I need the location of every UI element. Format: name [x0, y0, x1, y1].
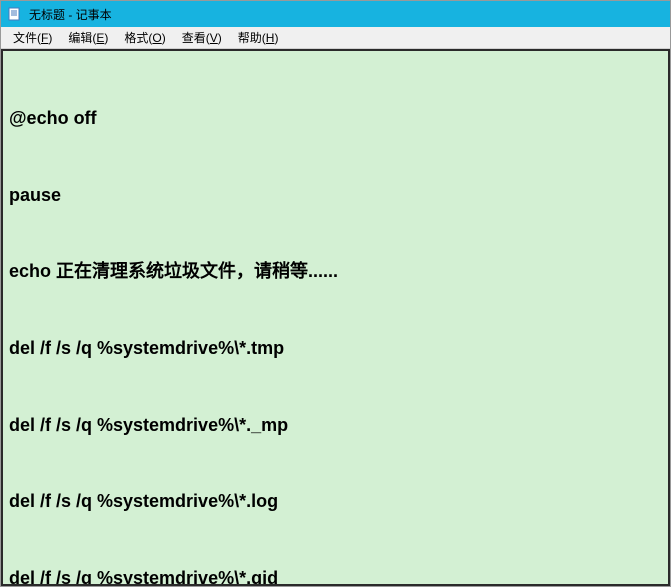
editor-line: del /f /s /q %systemdrive%\*.log — [9, 489, 662, 515]
notepad-icon — [7, 6, 23, 22]
text-editor[interactable]: @echo off pause echo 正在清理系统垃圾文件，请稍等.....… — [1, 49, 670, 586]
menu-file[interactable]: 文件(F) — [5, 27, 60, 48]
editor-line: echo 正在清理系统垃圾文件，请稍等...... — [9, 259, 662, 285]
editor-line: del /f /s /q %systemdrive%\*.gid — [9, 566, 662, 586]
menu-view[interactable]: 查看(V) — [174, 27, 230, 48]
editor-line: @echo off — [9, 106, 662, 132]
menu-edit[interactable]: 编辑(E) — [60, 27, 116, 48]
editor-line: del /f /s /q %systemdrive%\*.tmp — [9, 336, 662, 362]
editor-line: del /f /s /q %systemdrive%\*._mp — [9, 413, 662, 439]
menu-format[interactable]: 格式(O) — [116, 27, 173, 48]
menubar: 文件(F) 编辑(E) 格式(O) 查看(V) 帮助(H) — [1, 27, 670, 49]
menu-help[interactable]: 帮助(H) — [230, 27, 287, 48]
titlebar[interactable]: 无标题 - 记事本 — [1, 1, 670, 27]
editor-line: pause — [9, 183, 662, 209]
window-title: 无标题 - 记事本 — [29, 6, 112, 23]
notepad-window: 无标题 - 记事本 文件(F) 编辑(E) 格式(O) 查看(V) 帮助(H) … — [0, 0, 671, 587]
